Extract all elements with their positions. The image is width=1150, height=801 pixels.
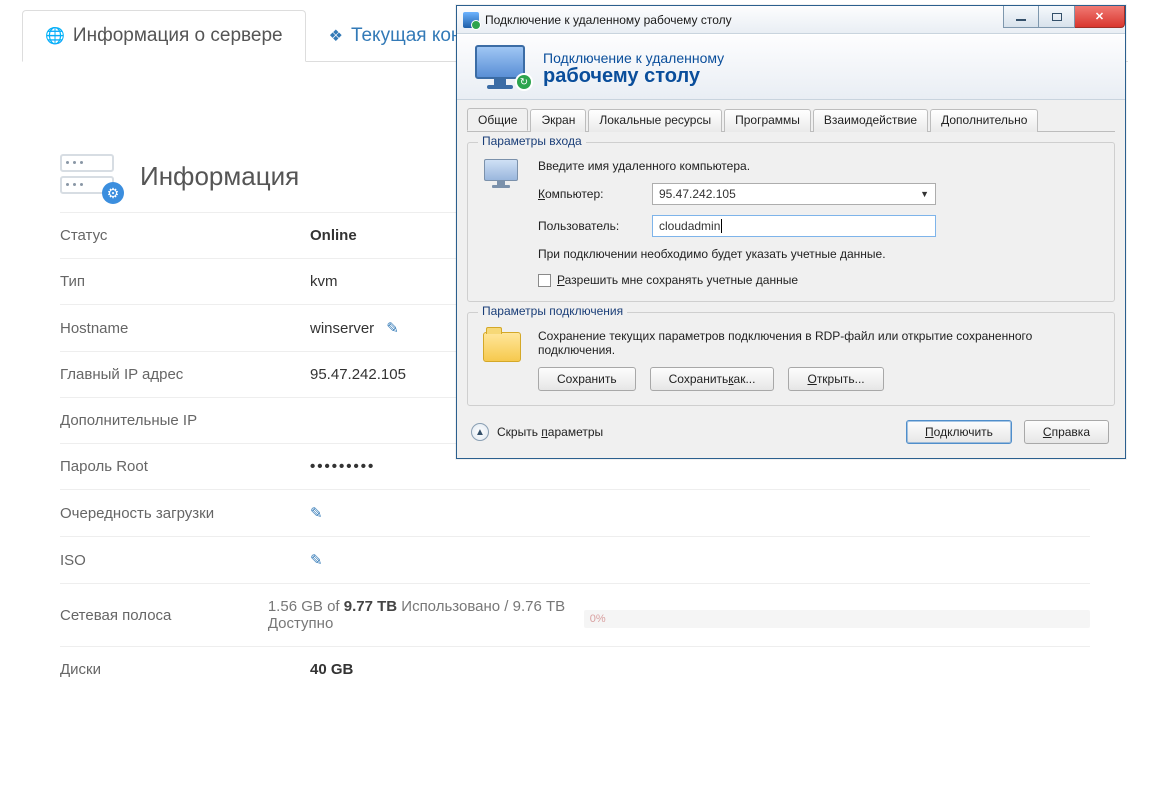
login-intro: Введите имя удаленного компьютера. xyxy=(538,159,1102,173)
open-button[interactable]: Открыть... xyxy=(788,367,883,391)
save-as-button[interactable]: Сохранить как... xyxy=(650,367,775,391)
chevron-down-icon: ▼ xyxy=(920,189,929,199)
edit-hostname-icon[interactable]: ✎ xyxy=(386,319,399,337)
type-value: kvm xyxy=(310,273,338,290)
computer-label: Компьютер: xyxy=(538,187,652,201)
computer-combo[interactable]: 95.47.242.105 ▼ xyxy=(652,183,936,205)
user-label: Пользователь: xyxy=(538,219,652,233)
dlg-tab-display[interactable]: Экран xyxy=(530,109,586,132)
dialog-banner: ↻ Подключение к удаленному рабочему стол… xyxy=(457,34,1125,100)
checkbox-icon xyxy=(538,274,551,287)
dlg-tab-advanced[interactable]: Дополнительно xyxy=(930,109,1038,132)
dlg-tab-programs[interactable]: Программы xyxy=(724,109,811,132)
connection-fieldset: Параметры подключения Сохранение текущих… xyxy=(467,312,1115,406)
dlg-tab-experience[interactable]: Взаимодействие xyxy=(813,109,928,132)
tab-label: Текущая кон xyxy=(351,25,461,47)
hide-params-toggle[interactable]: ▲ Скрыть параметры xyxy=(471,423,603,441)
dialog-tabs: Общие Экран Локальные ресурсы Программы … xyxy=(467,108,1115,132)
edit-iso-icon[interactable]: ✎ xyxy=(310,551,323,569)
dialog-titlebar[interactable]: Подключение к удаленному рабочему столу … xyxy=(457,6,1125,34)
save-button[interactable]: Сохранить xyxy=(538,367,636,391)
status-value: Online xyxy=(310,227,357,244)
conn-legend: Параметры подключения xyxy=(478,304,627,318)
dialog-title: Подключение к удаленному рабочему столу xyxy=(485,13,732,27)
server-gear-icon: ⚙ xyxy=(60,154,118,198)
bandwidth-cell: 1.56 GB of 9.77 TB Использовано / 9.76 T… xyxy=(268,598,1090,632)
banner-line2: рабочему столу xyxy=(543,67,724,85)
dlg-tab-general[interactable]: Общие xyxy=(467,108,528,131)
bandwidth-bar: 0% xyxy=(584,610,1090,628)
section-title: Информация xyxy=(140,161,299,192)
main-ip-value: 95.47.242.105 xyxy=(310,366,406,383)
row-iso: ISO✎ xyxy=(60,536,1090,583)
user-input[interactable]: cloudadmin xyxy=(652,215,936,237)
connect-button[interactable]: Подключить xyxy=(906,420,1012,444)
close-button[interactable]: ✕ xyxy=(1075,6,1125,28)
row-bandwidth: Сетевая полоса 1.56 GB of 9.77 TB Исполь… xyxy=(60,583,1090,646)
edit-boot-order-icon[interactable]: ✎ xyxy=(310,504,323,522)
remember-checkbox[interactable]: Разрешить мне сохранять учетные данные xyxy=(538,273,1102,287)
cubes-icon: ❖ xyxy=(329,26,343,46)
computer-value: 95.47.242.105 xyxy=(659,187,736,201)
monitor-icon: ↻ xyxy=(475,45,527,89)
tab-server-info[interactable]: 🌐 Информация о сервере xyxy=(22,10,306,62)
row-disks: Диски40 GB xyxy=(60,646,1090,692)
folder-icon xyxy=(483,332,521,362)
maximize-button[interactable] xyxy=(1039,6,1075,28)
root-pw-value: ••••••••• xyxy=(310,458,375,475)
hostname-value: winserver xyxy=(310,320,374,337)
computer-icon xyxy=(484,159,520,189)
minimize-button[interactable] xyxy=(1003,6,1039,28)
login-fieldset: Параметры входа Введите имя удаленного к… xyxy=(467,142,1115,302)
globe-icon: 🌐 xyxy=(45,26,65,46)
login-legend: Параметры входа xyxy=(478,134,586,148)
login-hint: При подключении необходимо будет указать… xyxy=(538,247,958,261)
help-button[interactable]: Справка xyxy=(1024,420,1109,444)
rdp-dialog: Подключение к удаленному рабочему столу … xyxy=(456,5,1126,459)
chevron-up-icon: ▲ xyxy=(471,423,489,441)
row-boot-order: Очередность загрузки✎ xyxy=(60,489,1090,536)
conn-text: Сохранение текущих параметров подключени… xyxy=(538,329,1058,357)
disks-value: 40 GB xyxy=(310,661,353,678)
dlg-tab-local-resources[interactable]: Локальные ресурсы xyxy=(588,109,722,132)
tab-label: Информация о сервере xyxy=(73,25,283,47)
rdp-app-icon xyxy=(463,12,479,28)
